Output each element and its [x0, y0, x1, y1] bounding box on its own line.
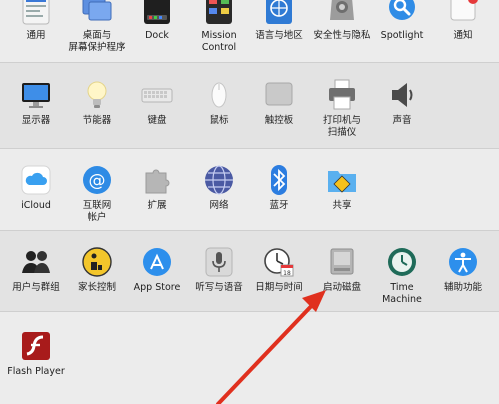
pane-label: 启动磁盘 — [322, 282, 361, 293]
pane-spotlight[interactable]: Spotlight — [369, 0, 435, 42]
parental-controls-icon — [81, 246, 113, 278]
pane-label: 打印机与 扫描仪 — [322, 115, 361, 138]
security-icon — [326, 0, 358, 26]
pane-label: Flash Player — [7, 366, 65, 377]
pane-label: 家长控制 — [77, 282, 116, 293]
dictation-icon — [203, 246, 235, 278]
pane-dictation[interactable]: 听写与语音 — [186, 246, 252, 294]
pane-keyboard[interactable]: 键盘 — [124, 79, 190, 127]
pane-label: Mission Control — [201, 30, 237, 53]
trackpad-icon — [263, 79, 295, 111]
bluetooth-icon — [263, 164, 295, 196]
pane-label: 通知 — [453, 30, 473, 41]
pane-label: 节能器 — [82, 115, 112, 126]
pane-bluetooth[interactable]: 蓝牙 — [246, 164, 312, 212]
pane-label: 安全性与隐私 — [313, 30, 371, 41]
energy-saver-icon — [81, 79, 113, 111]
pane-language-region[interactable]: 语言与地区 — [246, 0, 312, 42]
date-time-icon: 18 — [263, 246, 295, 278]
pane-label: 桌面与 屏幕保护程序 — [68, 30, 126, 53]
pane-label: 辅助功能 — [443, 282, 482, 293]
sound-icon — [386, 79, 418, 111]
spotlight-icon — [386, 0, 418, 26]
pane-date-time[interactable]: 18 日期与时间 — [246, 246, 312, 294]
sharing-icon — [326, 164, 358, 196]
general-icon — [20, 0, 52, 26]
pane-label: 互联网 帐户 — [82, 200, 112, 223]
keyboard-icon — [141, 79, 173, 111]
internet-accounts-icon: @ — [81, 164, 113, 196]
pane-label: 蓝牙 — [269, 200, 289, 211]
pane-flash-player[interactable]: Flash Player — [3, 330, 69, 378]
pane-label: 共享 — [332, 200, 352, 211]
pane-parental-controls[interactable]: 家长控制 — [64, 246, 130, 294]
pane-time-machine[interactable]: Time Machine — [369, 246, 435, 306]
pane-display[interactable]: 显示器 — [3, 79, 69, 127]
pane-label: iCloud — [21, 200, 51, 211]
pane-label: Time Machine — [382, 282, 422, 305]
pane-label: 声音 — [392, 115, 412, 126]
pane-accessibility[interactable]: 辅助功能 — [430, 246, 496, 294]
pane-startup-disk[interactable]: 启动磁盘 — [309, 246, 375, 294]
pane-network[interactable]: 网络 — [186, 164, 252, 212]
dock-icon — [141, 0, 173, 26]
pane-label: Dock — [145, 30, 169, 41]
pane-dock[interactable]: Dock — [124, 0, 190, 42]
time-machine-icon — [386, 246, 418, 278]
pane-label: App Store — [133, 282, 181, 293]
mission-control-icon — [203, 0, 235, 26]
pane-internet-accounts[interactable]: @ 互联网 帐户 — [64, 164, 130, 224]
notifications-icon — [447, 0, 479, 26]
section-internet: iCloud @ 互联网 帐户 扩展 网络 蓝牙 共享 — [0, 148, 499, 230]
extensions-icon — [141, 164, 173, 196]
pane-app-store[interactable]: App Store — [124, 246, 190, 294]
section-hardware: 显示器 节能器 键盘 鼠标 触控板 打印机与 扫描仪 声音 — [0, 62, 499, 148]
pane-label: 触控板 — [264, 115, 294, 126]
pane-notifications[interactable]: 通知 — [430, 0, 496, 42]
pane-mouse[interactable]: 鼠标 — [186, 79, 252, 127]
pane-extensions[interactable]: 扩展 — [124, 164, 190, 212]
pane-trackpad[interactable]: 触控板 — [246, 79, 312, 127]
users-groups-icon — [20, 246, 52, 278]
startup-disk-icon — [326, 246, 358, 278]
pane-label: 网络 — [209, 200, 229, 211]
mouse-icon — [203, 79, 235, 111]
pane-label: 键盘 — [147, 115, 167, 126]
printer-icon — [326, 79, 358, 111]
pane-users-groups[interactable]: 用户与群组 — [3, 246, 69, 294]
pane-label: 通用 — [26, 30, 46, 41]
section-system: 用户与群组 家长控制 App Store 听写与语音 18 日期与时间 启动磁盘 — [0, 230, 499, 311]
pane-label: 日期与时间 — [255, 282, 303, 293]
pane-sharing[interactable]: 共享 — [309, 164, 375, 212]
pane-energy-saver[interactable]: 节能器 — [64, 79, 130, 127]
section-personal: 通用 桌面与 屏幕保护程序 Dock Mission Control 语言与地区… — [0, 0, 499, 62]
pane-label: 语言与地区 — [255, 30, 303, 41]
language-region-icon — [263, 0, 295, 26]
pane-general[interactable]: 通用 — [3, 0, 69, 42]
pane-icloud[interactable]: iCloud — [3, 164, 69, 212]
pane-security[interactable]: 安全性与隐私 — [309, 0, 375, 42]
display-icon — [20, 79, 52, 111]
pane-label: 扩展 — [147, 200, 167, 211]
icloud-icon — [20, 164, 52, 196]
pane-label: 听写与语音 — [195, 282, 243, 293]
pane-label: 鼠标 — [209, 115, 229, 126]
pane-mission-control[interactable]: Mission Control — [186, 0, 252, 54]
network-icon — [203, 164, 235, 196]
pane-sound[interactable]: 声音 — [369, 79, 435, 127]
pane-label: 用户与群组 — [12, 282, 60, 293]
app-store-icon — [141, 246, 173, 278]
svg-text:@: @ — [89, 171, 106, 191]
flash-player-icon — [20, 330, 52, 362]
accessibility-icon — [447, 246, 479, 278]
pane-label: Spotlight — [380, 30, 424, 41]
pane-desktop[interactable]: 桌面与 屏幕保护程序 — [64, 0, 130, 54]
section-other: Flash Player — [0, 311, 499, 404]
calendar-day-text: 18 — [283, 270, 291, 277]
pane-label: 显示器 — [21, 115, 51, 126]
pane-printers[interactable]: 打印机与 扫描仪 — [309, 79, 375, 139]
desktop-icon — [81, 0, 113, 26]
